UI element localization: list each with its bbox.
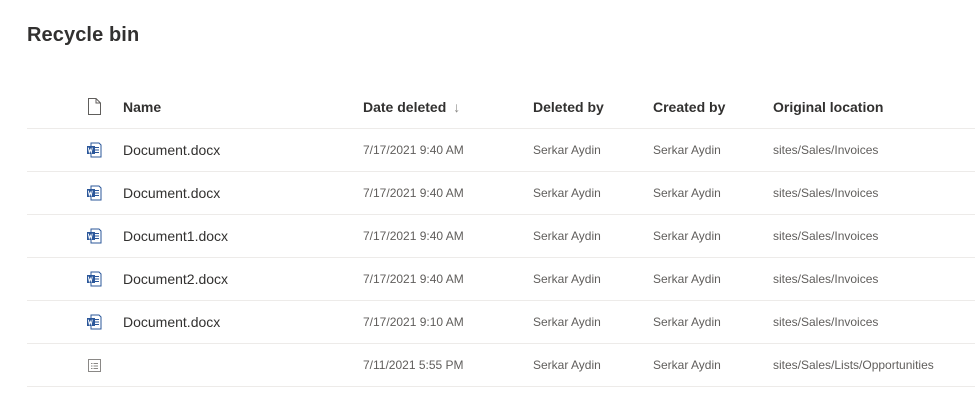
item-deleted-by: Serkar Aydin (533, 272, 601, 286)
file-type-cell (85, 172, 105, 214)
item-original-location: sites/Sales/Invoices (773, 186, 879, 200)
file-type-cell (85, 215, 105, 257)
file-type-cell (85, 344, 105, 386)
item-deleted-by: Serkar Aydin (533, 143, 601, 157)
word-document-icon (85, 227, 103, 245)
item-deleted-by: Serkar Aydin (533, 358, 601, 372)
item-name: Document2.docx (123, 271, 229, 287)
item-name: Document.docx (123, 185, 221, 201)
item-created-by: Serkar Aydin (653, 358, 721, 372)
column-header-date-deleted-label: Date deleted (363, 98, 447, 115)
file-type-header-icon (85, 98, 103, 116)
table-row[interactable]: 7/11/2021 5:55 PM Serkar Aydin Serkar Aydi… (27, 344, 975, 387)
item-date-deleted: 7/17/2021 9:40 AM (363, 229, 464, 243)
file-type-cell (85, 258, 105, 300)
item-created-by: Serkar Aydin (653, 186, 721, 200)
item-original-location: sites/Sales/Invoices (773, 272, 879, 286)
file-type-cell (85, 301, 105, 343)
item-date-deleted: 7/11/2021 5:55 PM (363, 358, 464, 372)
column-header-date-deleted[interactable]: Date deleted ↓ (363, 85, 460, 128)
table-row[interactable]: Document.docx 7/17/2021 9:10 AM Serkar Ayd… (27, 301, 975, 344)
file-type-cell (85, 129, 105, 171)
item-created-by: Serkar Aydin (653, 272, 721, 286)
item-date-deleted: 7/17/2021 9:10 AM (363, 315, 464, 329)
item-deleted-by: Serkar Aydin (533, 186, 601, 200)
table-row[interactable]: Document.docx 7/17/2021 9:40 AM Serkar Ayd… (27, 129, 975, 172)
item-original-location: sites/Sales/Invoices (773, 315, 879, 329)
word-document-icon (85, 184, 103, 202)
table-row[interactable]: Document.docx 7/17/2021 9:40 AM Serkar Ayd… (27, 172, 975, 215)
column-header-original-location[interactable]: Original location (773, 85, 883, 128)
item-name: Document.docx (123, 314, 221, 330)
item-name: Document.docx (123, 142, 221, 158)
item-original-location: sites/Sales/Invoices (773, 229, 879, 243)
word-document-icon (85, 270, 103, 288)
list-item-icon (85, 356, 103, 374)
word-document-icon (85, 313, 103, 331)
item-original-location: sites/Sales/Invoices (773, 143, 879, 157)
column-header-name[interactable]: Name (123, 85, 161, 128)
page-title: Recycle bin (27, 24, 140, 46)
column-header-created-by[interactable]: Created by (653, 85, 725, 128)
item-deleted-by: Serkar Aydin (533, 315, 601, 329)
item-date-deleted: 7/17/2021 9:40 AM (363, 143, 464, 157)
word-document-icon (85, 141, 103, 159)
file-type-column-header[interactable] (85, 85, 105, 128)
item-deleted-by: Serkar Aydin (533, 229, 601, 243)
item-date-deleted: 7/17/2021 9:40 AM (363, 272, 464, 286)
item-created-by: Serkar Aydin (653, 315, 721, 329)
table-row[interactable]: Document1.docx 7/17/2021 9:40 AM Serkar Ay… (27, 215, 975, 258)
item-original-location: sites/Sales/Lists/Opportunities (773, 358, 934, 372)
item-name: Document1.docx (123, 228, 229, 244)
item-created-by: Serkar Aydin (653, 143, 721, 157)
table-row[interactable]: Document2.docx 7/17/2021 9:40 AM Serkar Ay… (27, 258, 975, 301)
item-created-by: Serkar Aydin (653, 229, 721, 243)
table-header: Name Date deleted ↓ Deleted by Created b… (27, 85, 975, 129)
recycle-bin-table: Name Date deleted ↓ Deleted by Created b… (27, 85, 975, 387)
column-header-deleted-by[interactable]: Deleted by (533, 85, 604, 128)
item-date-deleted: 7/17/2021 9:40 AM (363, 186, 464, 200)
sort-descending-icon: ↓ (453, 98, 461, 115)
